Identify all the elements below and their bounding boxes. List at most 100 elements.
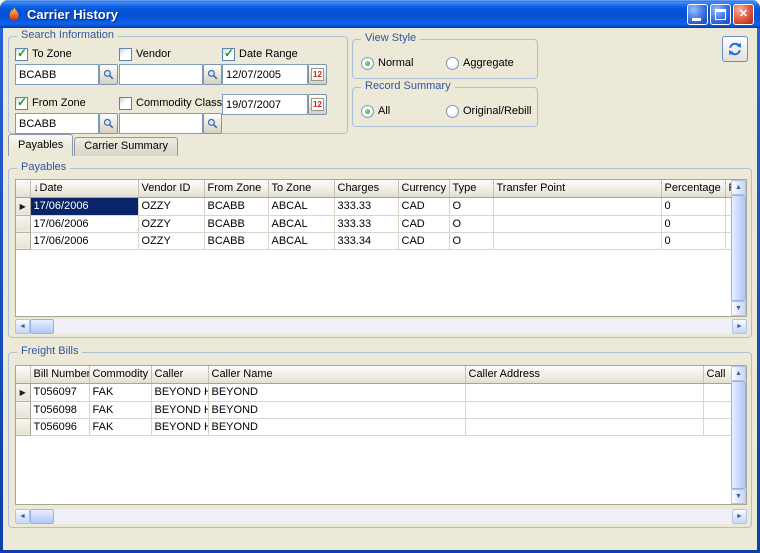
cell-charges[interactable]: 333.33 xyxy=(334,197,398,215)
to-zone-checkbox[interactable]: ✓ To Zone xyxy=(15,47,72,61)
cell-charges[interactable]: 333.33 xyxy=(334,215,398,232)
date-to-calendar-button[interactable]: 12 xyxy=(308,94,327,115)
scroll-track[interactable] xyxy=(30,319,732,334)
cell-clipped[interactable] xyxy=(703,418,731,435)
refresh-button[interactable] xyxy=(722,36,748,62)
cell-vendor-id[interactable]: OZZY xyxy=(138,215,204,232)
cell-date[interactable]: 17/06/2006 xyxy=(30,215,138,232)
from-zone-lookup-button[interactable] xyxy=(99,113,118,134)
scroll-down-button[interactable]: ▼ xyxy=(731,489,746,504)
cell-bill-number[interactable]: T056096 xyxy=(30,418,89,435)
column-header-bill-number[interactable]: Bill Number xyxy=(30,366,89,383)
cell-caller-address[interactable] xyxy=(465,418,703,435)
payables-vscrollbar[interactable]: ▲ ▼ xyxy=(731,180,746,316)
column-header-caller-name[interactable]: Caller Name xyxy=(208,366,465,383)
date-range-checkbox[interactable]: ✓ Date Range xyxy=(222,47,298,61)
scroll-track[interactable] xyxy=(731,381,746,489)
from-zone-checkbox[interactable]: ✓ From Zone xyxy=(15,96,86,110)
cell-to-zone[interactable]: ABCAL xyxy=(268,215,334,232)
cell-commodity[interactable]: FAK xyxy=(89,418,151,435)
cell-bill-number[interactable]: T056097 xyxy=(30,383,89,401)
cell-transfer-point[interactable] xyxy=(493,197,661,215)
cell-date[interactable]: 17/06/2006 xyxy=(30,232,138,249)
scroll-left-button[interactable]: ◄ xyxy=(15,509,30,524)
scroll-up-button[interactable]: ▲ xyxy=(731,180,746,195)
from-zone-input[interactable] xyxy=(15,113,99,134)
cell-vendor-id[interactable]: OZZY xyxy=(138,197,204,215)
cell-type[interactable]: O xyxy=(449,232,493,249)
cell-caller-name[interactable]: BEYOND xyxy=(208,383,465,401)
cell-caller-address[interactable] xyxy=(465,383,703,401)
cell-currency[interactable]: CAD xyxy=(398,232,449,249)
cell-caller-name[interactable]: BEYOND xyxy=(208,418,465,435)
payables-row[interactable]: 17/06/2006 OZZY BCABB ABCAL 333.34 CAD O… xyxy=(16,232,731,249)
cell-from-zone[interactable]: BCABB xyxy=(204,232,268,249)
cell-caller-name[interactable]: BEYOND xyxy=(208,401,465,418)
scroll-left-button[interactable]: ◄ xyxy=(15,319,30,334)
column-header-caller[interactable]: Caller xyxy=(151,366,208,383)
date-from-input[interactable] xyxy=(222,64,308,85)
cell-commodity[interactable]: FAK xyxy=(89,401,151,418)
date-to-input[interactable] xyxy=(222,94,308,115)
freight-hscrollbar[interactable]: ◄ ► xyxy=(15,509,747,524)
tab-payables[interactable]: Payables xyxy=(8,134,73,156)
payables-row[interactable]: ▶ 17/06/2006 OZZY BCABB ABCAL 333.33 CAD… xyxy=(16,197,731,215)
column-header-clipped[interactable]: Call xyxy=(703,366,731,383)
scroll-track[interactable] xyxy=(731,195,746,301)
maximize-button[interactable] xyxy=(710,4,731,25)
commodity-class-lookup-button[interactable] xyxy=(203,113,222,134)
cell-to-zone[interactable]: ABCAL xyxy=(268,197,334,215)
titlebar[interactable]: Carrier History ✕ xyxy=(0,0,760,28)
commodity-class-checkbox[interactable]: ✓ Commodity Class xyxy=(119,96,222,110)
cell-caller-address[interactable] xyxy=(465,401,703,418)
cell-caller[interactable]: BEYOND HOF xyxy=(151,383,208,401)
cell-from-zone[interactable]: BCABB xyxy=(204,215,268,232)
scroll-thumb[interactable] xyxy=(731,381,746,489)
cell-transfer-point[interactable] xyxy=(493,232,661,249)
cell-currency[interactable]: CAD xyxy=(398,197,449,215)
scroll-thumb[interactable] xyxy=(30,509,54,524)
scroll-track[interactable] xyxy=(30,509,732,524)
column-header-date[interactable]: ↓Date xyxy=(30,180,138,197)
cell-commodity[interactable]: FAK xyxy=(89,383,151,401)
scroll-right-button[interactable]: ► xyxy=(732,509,747,524)
scroll-right-button[interactable]: ► xyxy=(732,319,747,334)
cell-from-zone[interactable]: BCABB xyxy=(204,197,268,215)
cell-bill-number[interactable]: T056098 xyxy=(30,401,89,418)
column-header-currency[interactable]: Currency xyxy=(398,180,449,197)
cell-type[interactable]: O xyxy=(449,197,493,215)
freight-row[interactable]: T056098 FAK BEYOND HOF BEYOND xyxy=(16,401,731,418)
cell-caller[interactable]: BEYOND HOF xyxy=(151,418,208,435)
scroll-thumb[interactable] xyxy=(731,195,746,301)
column-header-to-zone[interactable]: To Zone xyxy=(268,180,334,197)
vendor-input[interactable] xyxy=(119,64,203,85)
to-zone-input[interactable] xyxy=(15,64,99,85)
cell-vendor-id[interactable]: OZZY xyxy=(138,232,204,249)
cell-percentage[interactable]: 0 xyxy=(661,215,725,232)
column-header-transfer-point[interactable]: Transfer Point xyxy=(493,180,661,197)
cell-currency[interactable]: CAD xyxy=(398,215,449,232)
minimize-button[interactable] xyxy=(687,4,708,25)
freight-row[interactable]: T056096 FAK BEYOND HOF BEYOND xyxy=(16,418,731,435)
column-header-caller-address[interactable]: Caller Address xyxy=(465,366,703,383)
column-header-charges[interactable]: Charges xyxy=(334,180,398,197)
radio-original-rebill[interactable]: Original/Rebill xyxy=(446,104,531,118)
date-from-calendar-button[interactable]: 12 xyxy=(308,64,327,85)
commodity-class-input[interactable] xyxy=(119,113,203,134)
cell-clipped[interactable] xyxy=(703,383,731,401)
cell-type[interactable]: O xyxy=(449,215,493,232)
cell-percentage[interactable]: 0 xyxy=(661,232,725,249)
tab-carrier-summary[interactable]: Carrier Summary xyxy=(74,137,178,156)
radio-all[interactable]: All xyxy=(361,104,390,118)
column-header-type[interactable]: Type xyxy=(449,180,493,197)
close-button[interactable]: ✕ xyxy=(733,4,754,25)
column-header-commodity[interactable]: Commodity xyxy=(89,366,151,383)
cell-clipped[interactable] xyxy=(703,401,731,418)
scroll-down-button[interactable]: ▼ xyxy=(731,301,746,316)
freight-vscrollbar[interactable]: ▲ ▼ xyxy=(731,366,746,504)
cell-date[interactable]: 17/06/2006 xyxy=(30,197,138,215)
payables-hscrollbar[interactable]: ◄ ► xyxy=(15,319,747,334)
payables-row[interactable]: 17/06/2006 OZZY BCABB ABCAL 333.33 CAD O… xyxy=(16,215,731,232)
cell-to-zone[interactable]: ABCAL xyxy=(268,232,334,249)
column-header-from-zone[interactable]: From Zone xyxy=(204,180,268,197)
